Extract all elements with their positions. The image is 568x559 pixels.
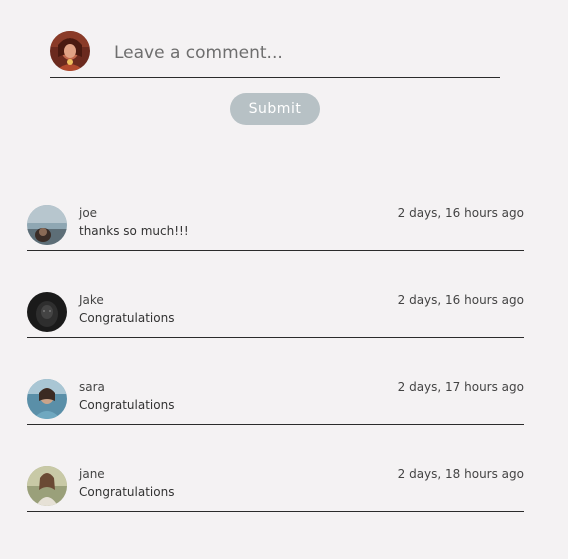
user-avatar-icon xyxy=(27,292,67,332)
comment-avatar xyxy=(27,379,67,419)
comment-input[interactable] xyxy=(114,39,484,67)
comment-timestamp: 2 days, 18 hours ago xyxy=(397,467,524,481)
comment-composer xyxy=(50,31,500,78)
comment-item: jane 2 days, 18 hours ago Congratulation… xyxy=(27,465,524,512)
comment-text: thanks so much!!! xyxy=(79,224,189,238)
comment-item: joe 2 days, 16 hours ago thanks so much!… xyxy=(27,204,524,251)
user-avatar-icon xyxy=(27,466,67,506)
comment-item: Jake 2 days, 16 hours ago Congratulation… xyxy=(27,291,524,338)
comment-author[interactable]: jane xyxy=(79,467,105,481)
comment-avatar xyxy=(27,466,67,506)
comment-text: Congratulations xyxy=(79,311,175,325)
comment-list: joe 2 days, 16 hours ago thanks so much!… xyxy=(27,204,524,552)
comment-timestamp: 2 days, 17 hours ago xyxy=(397,380,524,394)
comment-avatar xyxy=(27,292,67,332)
comment-timestamp: 2 days, 16 hours ago xyxy=(397,293,524,307)
current-user-avatar xyxy=(50,31,90,71)
comment-text: Congratulations xyxy=(79,398,175,412)
submit-button[interactable]: Submit xyxy=(230,93,320,125)
user-avatar-icon xyxy=(27,205,67,245)
comment-author[interactable]: sara xyxy=(79,380,105,394)
comment-item: sara 2 days, 17 hours ago Congratulation… xyxy=(27,378,524,425)
user-avatar-icon xyxy=(27,379,67,419)
comment-author[interactable]: joe xyxy=(79,206,97,220)
comment-author[interactable]: Jake xyxy=(79,293,104,307)
comment-text: Congratulations xyxy=(79,485,175,499)
comment-avatar xyxy=(27,205,67,245)
user-avatar-icon xyxy=(50,31,90,71)
comment-timestamp: 2 days, 16 hours ago xyxy=(397,206,524,220)
